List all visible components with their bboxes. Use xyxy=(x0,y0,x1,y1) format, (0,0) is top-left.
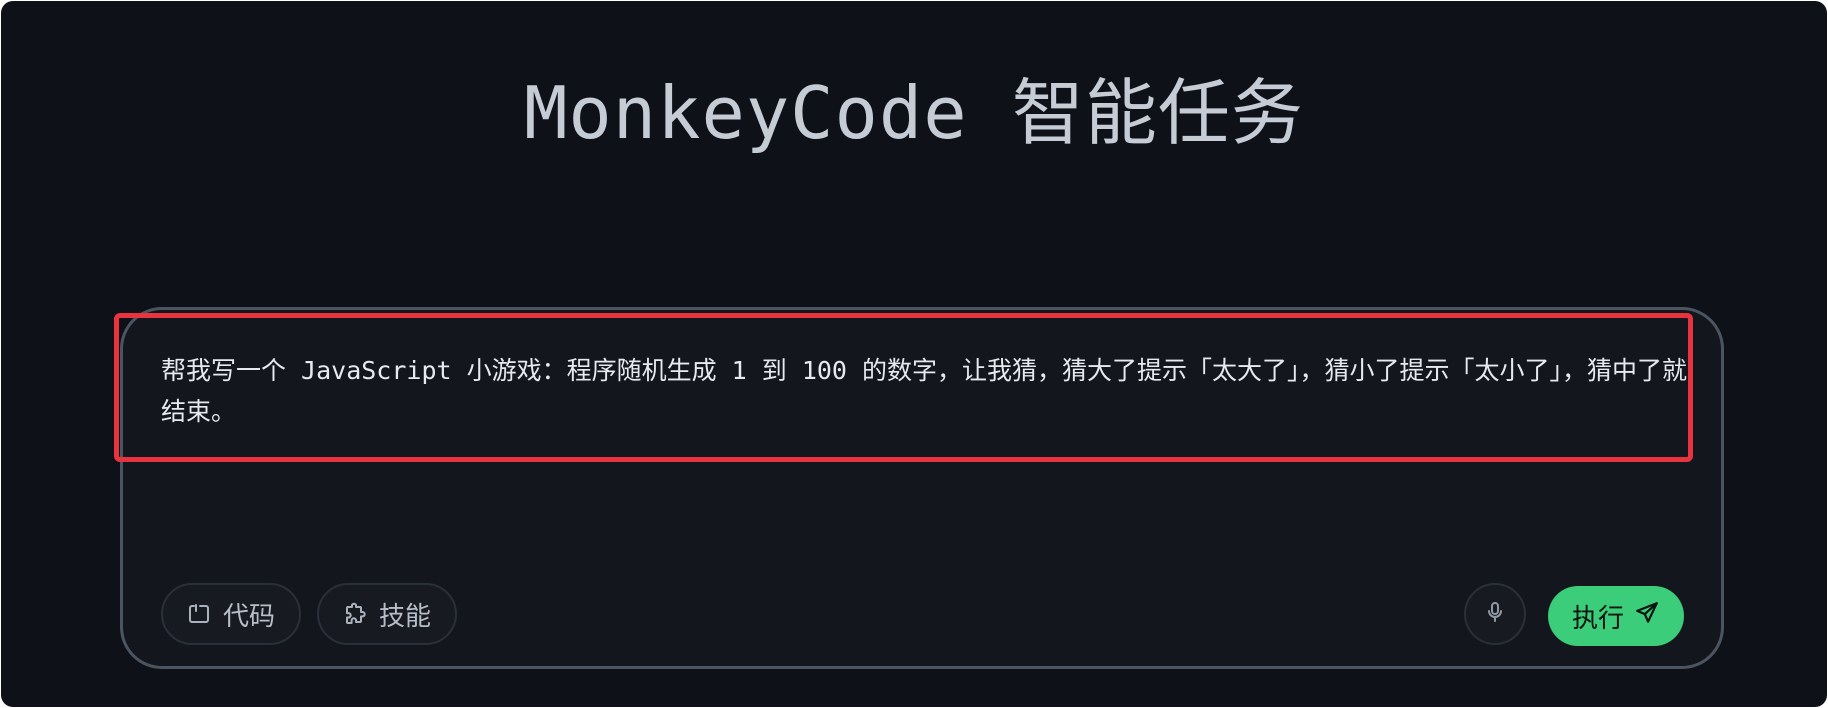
task-composer: 帮我写一个 JavaScript 小游戏：程序随机生成 1 到 100 的数字，… xyxy=(120,307,1724,669)
page-title: MonkeyCode 智能任务 xyxy=(524,71,1304,155)
code-bracket-icon xyxy=(187,602,211,626)
skill-chip-button[interactable]: 技能 xyxy=(317,583,457,645)
code-chip-button[interactable]: 代码 xyxy=(161,583,301,645)
puzzle-icon xyxy=(343,602,367,626)
microphone-icon xyxy=(1483,600,1507,629)
microphone-button[interactable] xyxy=(1464,583,1526,645)
skill-chip-label: 技能 xyxy=(379,601,432,632)
code-chip-label: 代码 xyxy=(223,601,276,632)
app-window: MonkeyCode 智能任务 帮我写一个 JavaScript 小游戏：程序随… xyxy=(1,1,1827,707)
send-icon xyxy=(1634,600,1660,633)
run-button[interactable]: 执行 xyxy=(1548,586,1684,646)
prompt-input[interactable]: 帮我写一个 JavaScript 小游戏：程序随机生成 1 到 100 的数字，… xyxy=(161,350,1691,432)
run-button-label: 执行 xyxy=(1571,603,1624,634)
